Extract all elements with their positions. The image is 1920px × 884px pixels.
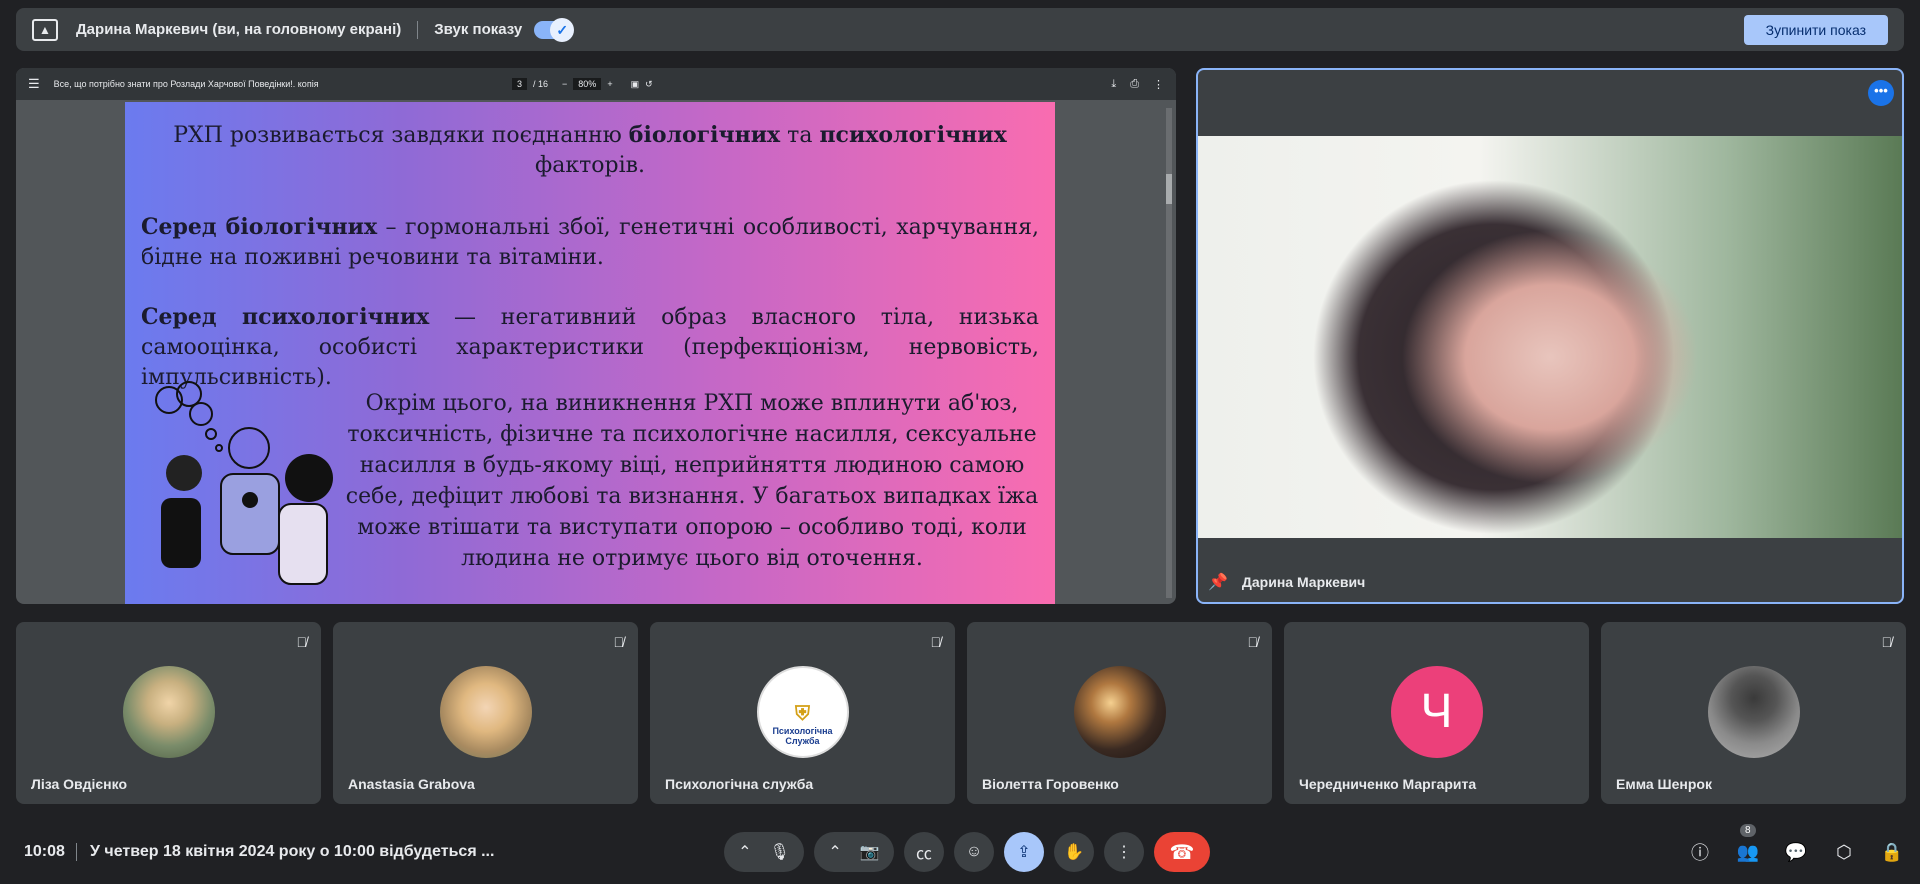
more-options-button[interactable]: ⋮ bbox=[1104, 832, 1144, 872]
participant-tile[interactable]: 🎙̸ Емма Шенрок bbox=[1601, 622, 1906, 804]
presenting-bar: ▲ Дарина Маркевич (ви, на головному екра… bbox=[16, 8, 1904, 51]
emoji-icon: ☺ bbox=[965, 843, 983, 860]
text: та bbox=[780, 123, 820, 148]
bold-text: Серед біологічних bbox=[141, 214, 378, 240]
present-screen-icon: ▲ bbox=[32, 18, 58, 41]
bold-text: психологічних bbox=[819, 122, 1007, 148]
clock: 10:08 bbox=[24, 843, 65, 860]
shared-pdf-viewer: ☰ Все, що потрібно знати про Розлади Хар… bbox=[16, 68, 1176, 604]
people-icon[interactable]: 👥 8 bbox=[1736, 823, 1760, 863]
logo-text: Психологічна Служба bbox=[772, 726, 833, 746]
presenter-title: Дарина Маркевич (ви, на головному екрані… bbox=[76, 21, 402, 38]
info-icon[interactable]: ⓘ bbox=[1688, 839, 1712, 865]
page-total: / 16 bbox=[533, 79, 549, 89]
participant-strip: 🎙̸ Ліза Овдієнко 🎙̸ Anastasia Grabova 🎙̸… bbox=[16, 622, 1906, 804]
camera-off-icon[interactable]: 📷 bbox=[860, 842, 880, 862]
call-controls: ⌃ 🎙 ⌃ 📷 ㏄ ☺ ⇪ ✋ ⋮ ☎ bbox=[724, 820, 1210, 884]
avatar-letter: Ч bbox=[1390, 666, 1483, 758]
check-icon: ✓ bbox=[550, 17, 575, 42]
leave-call-button[interactable]: ☎ bbox=[1154, 832, 1210, 872]
present-screen-icon: ⇪ bbox=[1017, 844, 1031, 861]
participant-tile[interactable]: 🎙̸ Ліза Овдієнко bbox=[16, 622, 321, 804]
participant-name: Віолетта Горовенко bbox=[982, 776, 1119, 792]
mic-off-icon: 🎙̸ bbox=[1881, 634, 1893, 650]
avatar bbox=[1073, 666, 1166, 758]
participant-name: Психологічна служба bbox=[665, 776, 814, 792]
participant-tile[interactable]: Ч Чередниченко Маргарита bbox=[1284, 622, 1589, 804]
more-vert-icon[interactable]: ⋮ bbox=[1153, 78, 1164, 91]
avatar bbox=[122, 666, 215, 758]
more-options-icon[interactable]: ••• bbox=[1868, 80, 1894, 106]
slide-paragraph-2: Серед біологічних – гормональні збої, ге… bbox=[141, 212, 1039, 273]
mic-control: ⌃ 🎙 bbox=[724, 832, 804, 872]
mic-off-icon: 🎙̸ bbox=[296, 634, 308, 650]
sound-toggle[interactable]: ✓ bbox=[534, 17, 575, 42]
chevron-up-icon[interactable]: ⌃ bbox=[828, 842, 841, 862]
page-number-input[interactable]: 3 bbox=[512, 78, 528, 90]
slide-paragraph-4: Окрім цього, на виникнення РХП може впли… bbox=[345, 391, 1039, 571]
host-controls-icon[interactable]: 🔒 bbox=[1880, 842, 1904, 863]
participant-name: Ліза Овдієнко bbox=[31, 776, 127, 792]
bold-text: біологічних bbox=[628, 122, 781, 148]
bold-text: Серед психологічних bbox=[141, 304, 430, 330]
side-panel-controls: ⓘ 👥 8 💬 ⬡ 🔒 bbox=[1688, 820, 1904, 884]
chat-icon[interactable]: 💬 bbox=[1784, 842, 1808, 863]
speaker-name: Дарина Маркевич bbox=[1241, 574, 1366, 590]
rotate-icon[interactable]: ↺ bbox=[645, 79, 653, 90]
present-button[interactable]: ⇪ bbox=[1004, 832, 1044, 872]
participant-name: Чередниченко Маргарита bbox=[1299, 776, 1477, 792]
zoom-input[interactable]: 80% bbox=[573, 78, 602, 90]
participant-tile[interactable]: 🎙̸ Anastasia Grabova bbox=[333, 622, 638, 804]
sound-label: Звук показу bbox=[434, 21, 523, 38]
zoom-out-icon[interactable]: − bbox=[562, 79, 567, 89]
fit-page-icon[interactable]: ▣ bbox=[631, 79, 640, 90]
pdf-filename: Все, що потрібно знати про Розлади Харчо… bbox=[53, 79, 319, 89]
print-icon[interactable]: ⎙ bbox=[1130, 78, 1139, 91]
text: РХП розвивається завдяки поєднанню bbox=[173, 123, 629, 148]
participant-tile[interactable]: 🎙̸ Віолетта Горовенко bbox=[967, 622, 1272, 804]
avatar bbox=[439, 666, 532, 758]
more-vert-icon: ⋮ bbox=[1116, 844, 1132, 861]
emoji-button[interactable]: ☺ bbox=[954, 832, 994, 872]
hand-icon: ✋ bbox=[1064, 844, 1084, 861]
download-icon[interactable]: ⤓ bbox=[1111, 78, 1116, 91]
bottom-bar: 10:08 У четвер 18 квітня 2024 року о 10:… bbox=[0, 820, 1920, 884]
activities-icon[interactable]: ⬡ bbox=[1832, 842, 1856, 863]
pdf-actions: ⤓ ⎙ ⋮ bbox=[1111, 68, 1164, 100]
slide-page: РХП розвивається завдяки поєднанню біоло… bbox=[125, 102, 1055, 604]
people-illustration bbox=[155, 381, 333, 585]
avatar-logo: ⛨ Психологічна Служба bbox=[756, 666, 849, 758]
stop-presenting-button[interactable]: Зупинити показ bbox=[1743, 14, 1888, 45]
chevron-up-icon[interactable]: ⌃ bbox=[738, 842, 751, 862]
participant-name: Anastasia Grabova bbox=[348, 776, 475, 792]
captions-button[interactable]: ㏄ bbox=[904, 832, 944, 872]
camera-control: ⌃ 📷 bbox=[814, 832, 894, 872]
captions-icon: ㏄ bbox=[915, 846, 932, 863]
shield-icon: ⛨ bbox=[795, 703, 810, 725]
pdf-toolbar: ☰ Все, що потрібно знати про Розлади Хар… bbox=[16, 68, 1176, 100]
mic-off-icon: 🎙̸ bbox=[930, 634, 942, 650]
menu-icon[interactable]: ☰ bbox=[28, 76, 40, 92]
speaker-name-label: 📌 Дарина Маркевич bbox=[1208, 572, 1365, 592]
pin-icon[interactable]: 📌 bbox=[1208, 572, 1228, 592]
slide-paragraph-1: РХП розвивається завдяки поєднанню біоло… bbox=[165, 120, 1015, 181]
pinned-speaker-tile[interactable]: ••• 📌 Дарина Маркевич bbox=[1196, 68, 1904, 604]
text: факторів. bbox=[535, 153, 645, 178]
divider bbox=[417, 20, 419, 39]
pdf-scroll-thumb[interactable] bbox=[1166, 174, 1172, 204]
speaker-video bbox=[1198, 136, 1902, 538]
zoom-in-icon[interactable]: + bbox=[607, 79, 612, 89]
mic-icon[interactable]: 🎙 bbox=[770, 842, 790, 862]
divider bbox=[76, 843, 77, 861]
people-count-badge: 8 bbox=[1740, 823, 1756, 837]
meeting-title: У четвер 18 квітня 2024 року о 10:00 від… bbox=[90, 843, 495, 860]
phone-hangup-icon: ☎ bbox=[1169, 841, 1195, 864]
mic-off-icon: 🎙̸ bbox=[613, 634, 625, 650]
participant-tile[interactable]: 🎙̸ ⛨ Психологічна Служба Психологічна сл… bbox=[650, 622, 955, 804]
avatar bbox=[1707, 666, 1800, 758]
raise-hand-button[interactable]: ✋ bbox=[1054, 832, 1094, 872]
pdf-page-controls: 3 / 16 − 80% + ▣ ↺ bbox=[512, 68, 653, 100]
mic-off-icon: 🎙̸ bbox=[1247, 634, 1259, 650]
participant-name: Емма Шенрок bbox=[1616, 776, 1712, 792]
